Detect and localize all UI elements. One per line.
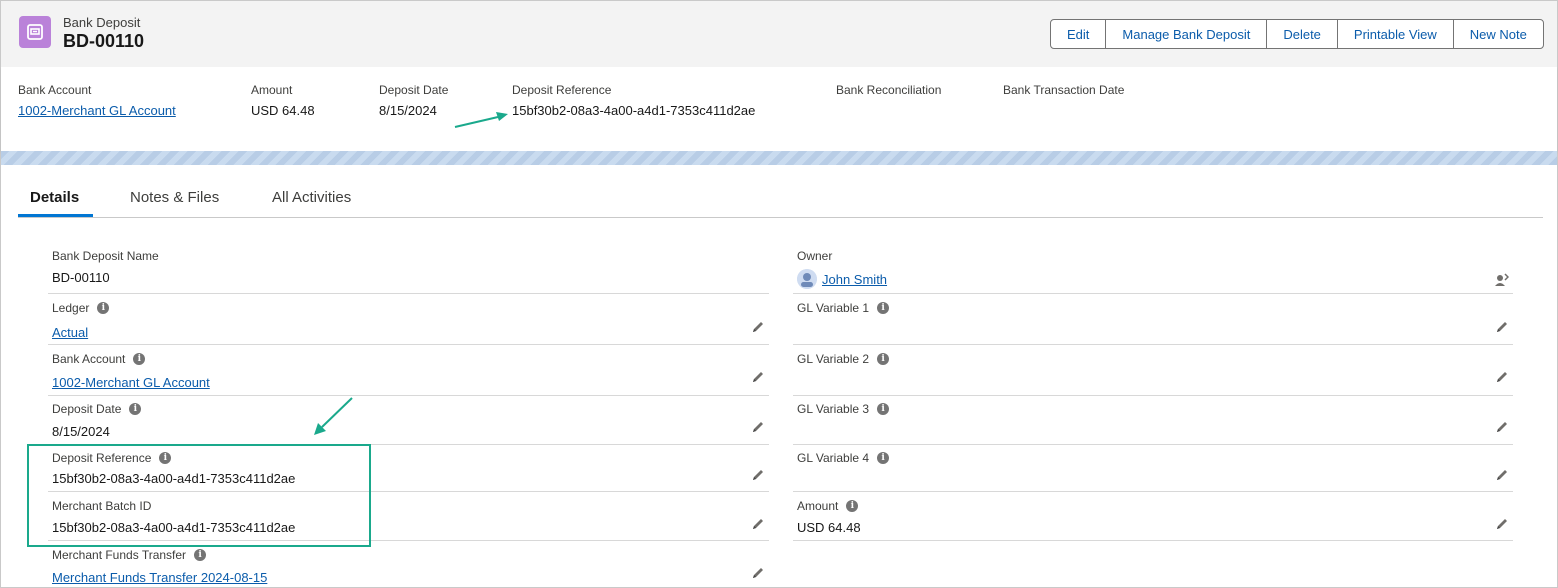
highlight-value-amount: USD 64.48 bbox=[251, 103, 315, 118]
pencil-icon[interactable] bbox=[751, 370, 765, 384]
info-icon[interactable]: i bbox=[194, 549, 207, 561]
avatar-icon bbox=[797, 269, 817, 289]
record-name: BD-00110 bbox=[63, 31, 145, 51]
field-label-text: Ledger bbox=[52, 301, 90, 315]
field-deposit-reference: Deposit Reference i 15bf30b2-08a3-4a00-a4… bbox=[48, 448, 769, 492]
field-label: GL Variable 2 i bbox=[797, 352, 890, 366]
action-button-group: Edit Manage Bank Deposit Delete Printabl… bbox=[1050, 19, 1544, 49]
tab-bar: Details Notes & Files All Activities bbox=[18, 182, 1543, 218]
field-gl-variable-1: GL Variable 1 i bbox=[793, 298, 1513, 345]
pencil-icon[interactable] bbox=[751, 566, 765, 580]
highlight-label-bank-account: Bank Account bbox=[18, 83, 92, 97]
field-value: 8/15/2024 bbox=[52, 424, 110, 439]
tab-all-activities[interactable]: All Activities bbox=[272, 189, 351, 206]
pencil-icon[interactable] bbox=[1495, 468, 1509, 482]
highlight-label-deposit-date: Deposit Date bbox=[379, 83, 449, 97]
field-label-text: Deposit Date bbox=[52, 402, 122, 416]
pencil-icon[interactable] bbox=[1495, 370, 1509, 384]
highlight-label-bank-transaction-date: Bank Transaction Date bbox=[1003, 83, 1125, 97]
info-icon[interactable]: i bbox=[129, 403, 142, 415]
change-owner-icon[interactable] bbox=[1493, 272, 1509, 288]
field-label-text: GL Variable 3 bbox=[797, 402, 870, 416]
field-value-link[interactable]: 1002-Merchant GL Account bbox=[52, 375, 210, 390]
field-label-text: GL Variable 4 bbox=[797, 451, 870, 465]
info-icon[interactable]: i bbox=[877, 302, 890, 314]
field-value: 15bf30b2-08a3-4a00-a4d1-7353c411d2ae bbox=[52, 471, 296, 486]
field-label: Merchant Funds Transfer i bbox=[52, 548, 207, 562]
field-bank-deposit-name: Bank Deposit Name BD-00110 bbox=[48, 246, 769, 294]
field-value: BD-00110 bbox=[52, 270, 110, 285]
highlight-label-amount: Amount bbox=[251, 83, 293, 97]
field-label-text: Bank Account bbox=[52, 352, 126, 366]
new-note-button[interactable]: New Note bbox=[1452, 20, 1543, 48]
info-icon[interactable]: i bbox=[877, 403, 890, 415]
field-label-text: Owner bbox=[797, 249, 833, 263]
field-label-text: Amount bbox=[797, 499, 839, 513]
field-amount: Amount i USD 64.48 bbox=[793, 496, 1513, 541]
info-icon[interactable]: i bbox=[97, 302, 110, 314]
field-label-text: Merchant Batch ID bbox=[52, 499, 152, 513]
field-merchant-batch-id: Merchant Batch ID 15bf30b2-08a3-4a00-a4d… bbox=[48, 496, 769, 541]
field-label: GL Variable 3 i bbox=[797, 402, 890, 416]
info-icon[interactable]: i bbox=[846, 500, 859, 512]
field-value: 15bf30b2-08a3-4a00-a4d1-7353c411d2ae bbox=[52, 520, 296, 535]
pencil-icon[interactable] bbox=[1495, 517, 1509, 531]
highlight-label-deposit-reference: Deposit Reference bbox=[512, 83, 612, 97]
field-label: Deposit Reference i bbox=[52, 451, 172, 465]
field-label: Amount i bbox=[797, 499, 859, 513]
field-label: Merchant Batch ID bbox=[52, 499, 151, 513]
edit-button[interactable]: Edit bbox=[1051, 20, 1105, 48]
field-label: Bank Deposit Name bbox=[52, 249, 159, 263]
field-label-text: GL Variable 2 bbox=[797, 352, 870, 366]
field-value: USD 64.48 bbox=[797, 520, 861, 535]
active-tab-indicator bbox=[18, 214, 93, 217]
owner-name-link[interactable]: John Smith bbox=[822, 272, 887, 287]
pencil-icon[interactable] bbox=[1495, 320, 1509, 334]
field-gl-variable-4: GL Variable 4 i bbox=[793, 448, 1513, 492]
field-label: Deposit Date i bbox=[52, 402, 142, 416]
highlights-panel bbox=[1, 67, 1557, 151]
field-gl-variable-2: GL Variable 2 i bbox=[793, 349, 1513, 396]
field-label: GL Variable 1 i bbox=[797, 301, 890, 315]
field-label-text: Bank Deposit Name bbox=[52, 249, 159, 263]
field-label: Ledger i bbox=[52, 301, 110, 315]
field-label-text: Merchant Funds Transfer bbox=[52, 548, 187, 562]
highlight-label-bank-reconciliation: Bank Reconciliation bbox=[836, 83, 942, 97]
info-icon[interactable]: i bbox=[159, 452, 172, 464]
pencil-icon[interactable] bbox=[751, 320, 765, 334]
tab-notes-files[interactable]: Notes & Files bbox=[130, 189, 219, 206]
field-ledger: Ledger i Actual bbox=[48, 298, 769, 345]
highlight-value-bank-account[interactable]: 1002-Merchant GL Account bbox=[18, 103, 176, 118]
manage-bank-deposit-button[interactable]: Manage Bank Deposit bbox=[1105, 20, 1266, 48]
field-bank-account: Bank Account i 1002-Merchant GL Account bbox=[48, 349, 769, 396]
tab-details[interactable]: Details bbox=[30, 189, 79, 206]
field-owner: Owner John Smith bbox=[793, 246, 1513, 294]
pencil-icon[interactable] bbox=[751, 468, 765, 482]
field-label-text: Deposit Reference bbox=[52, 451, 152, 465]
object-type-label: Bank Deposit bbox=[63, 15, 141, 30]
field-value-link[interactable]: Actual bbox=[52, 325, 88, 340]
highlight-value-deposit-reference: 15bf30b2-08a3-4a00-a4d1-7353c411d2ae bbox=[512, 103, 756, 118]
field-label: Bank Account i bbox=[52, 352, 146, 366]
printable-view-button[interactable]: Printable View bbox=[1336, 20, 1453, 48]
delete-button[interactable]: Delete bbox=[1266, 20, 1337, 48]
field-merchant-funds-transfer: Merchant Funds Transfer i Merchant Funds … bbox=[48, 545, 769, 588]
field-label-text: GL Variable 1 bbox=[797, 301, 870, 315]
highlight-value-deposit-date: 8/15/2024 bbox=[379, 103, 437, 118]
info-icon[interactable]: i bbox=[133, 353, 146, 365]
field-value-link[interactable]: Merchant Funds Transfer 2024-08-15 bbox=[52, 570, 267, 585]
pencil-icon[interactable] bbox=[751, 420, 765, 434]
pencil-icon[interactable] bbox=[1495, 420, 1509, 434]
background-strip bbox=[1, 151, 1557, 165]
record-header: Bank Deposit BD-00110 Edit Manage Bank D… bbox=[1, 1, 1557, 67]
field-label: Owner bbox=[797, 249, 832, 263]
pencil-icon[interactable] bbox=[751, 517, 765, 531]
field-deposit-date: Deposit Date i 8/15/2024 bbox=[48, 399, 769, 445]
info-icon[interactable]: i bbox=[877, 353, 890, 365]
bank-deposit-icon bbox=[19, 16, 51, 48]
field-gl-variable-3: GL Variable 3 i bbox=[793, 399, 1513, 445]
info-icon[interactable]: i bbox=[877, 452, 890, 464]
field-label: GL Variable 4 i bbox=[797, 451, 890, 465]
